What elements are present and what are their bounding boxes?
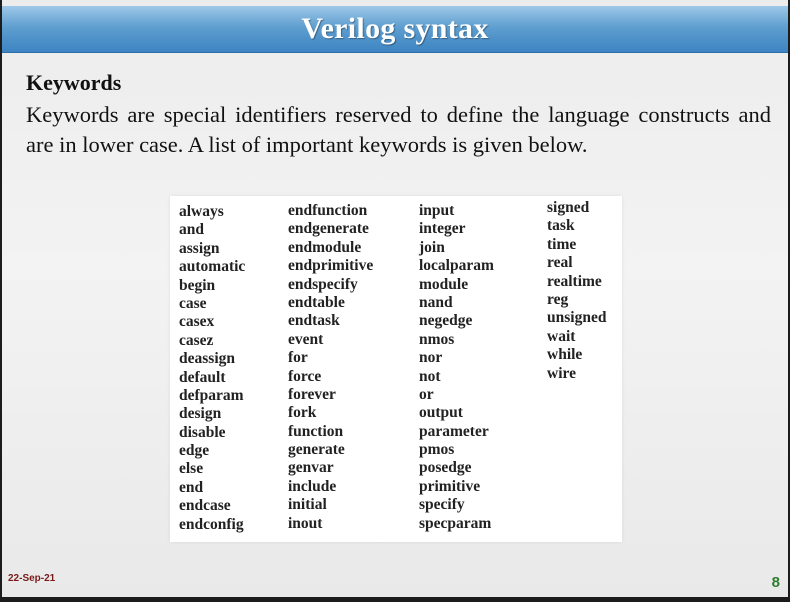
keyword-item: negedge [419, 312, 473, 330]
slide-title: Verilog syntax [301, 12, 489, 45]
keyword-item: casez [179, 331, 214, 349]
keyword-item: begin [179, 276, 216, 294]
title-bar: Verilog syntax [2, 6, 788, 53]
keyword-item: input [419, 202, 455, 219]
keyword-item: endspecify [288, 275, 358, 293]
keyword-item: automatic [179, 258, 246, 276]
keyword-column-1: always and assign automatic begin case casex ca… [179, 203, 245, 534]
description-paragraph: Keywords are special identifiers reserve… [26, 102, 771, 157]
keyword-item: include [288, 477, 337, 495]
keyword-item: while [547, 346, 583, 364]
keyword-item: specify [419, 496, 465, 514]
slide: Verilog syntax Keywords Keywords are spe… [2, 0, 788, 597]
keyword-item: endfunction [288, 202, 368, 219]
keyword-item: posedge [419, 459, 472, 477]
slide-date: 22-Sep-21 [8, 573, 56, 584]
keyword-item: design [179, 405, 222, 423]
keyword-column-2: endfunction endgenerate endmodule endprimit… [288, 202, 373, 533]
keyword-item: integer [419, 220, 466, 238]
keyword-table: always and assign automatic begin case casex ca… [170, 196, 622, 542]
keyword-item: event [288, 330, 324, 348]
keyword-item: else [179, 460, 204, 478]
keyword-item: nmos [419, 330, 455, 348]
keyword-item: specparam [419, 514, 492, 532]
keyword-item: endconfig [179, 515, 244, 533]
keyword-item: casex [179, 313, 215, 331]
keyword-item: endmodule [288, 238, 362, 256]
keyword-item: edge [179, 442, 210, 460]
keyword-item: realtime [547, 272, 602, 290]
keyword-item: end [179, 478, 204, 496]
page-number: 8 [771, 574, 780, 591]
keyword-item: signed [547, 199, 590, 216]
keyword-item: assign [179, 239, 220, 257]
keyword-item: for [288, 349, 308, 367]
keyword-item: wire [547, 364, 576, 382]
keyword-item: fork [288, 404, 317, 422]
keyword-item: real [547, 254, 573, 272]
keyword-item: generate [288, 441, 345, 459]
keyword-item: endtask [288, 312, 340, 330]
keyword-item: always [179, 203, 224, 220]
keyword-column-3: input integer join localparam module nand nege… [419, 202, 494, 533]
keyword-item: defparam [179, 386, 244, 404]
keyword-item: case [179, 294, 207, 312]
keyword-item: forever [288, 385, 336, 403]
keyword-item: force [288, 367, 322, 385]
keyword-item: join [419, 238, 445, 256]
keyword-item: nand [419, 293, 453, 311]
keyword-item: primitive [419, 477, 481, 495]
keyword-item: endtable [288, 293, 345, 311]
keyword-item: nor [419, 349, 443, 367]
keyword-item: task [547, 217, 575, 235]
keyword-item: or [419, 385, 434, 403]
keyword-item: function [288, 422, 344, 440]
keyword-item: parameter [419, 422, 489, 440]
keyword-item: localparam [419, 257, 494, 275]
keyword-item: output [419, 404, 463, 422]
keyword-item: inout [288, 514, 323, 532]
keyword-item: endgenerate [288, 220, 369, 238]
keyword-item: module [419, 275, 469, 293]
keyword-item: pmos [419, 441, 455, 459]
keyword-item: unsigned [547, 309, 607, 327]
keyword-item: time [547, 235, 577, 253]
keyword-column-4: signed task time real realtime reg unsigned wai… [547, 199, 606, 383]
keyword-item: endprimitive [288, 257, 374, 275]
keyword-item: initial [288, 496, 327, 514]
keyword-item: and [179, 221, 204, 239]
keyword-item: deassign [179, 350, 235, 368]
keyword-item: endcase [179, 497, 231, 515]
keyword-item: wait [547, 327, 576, 345]
keyword-item: disable [179, 423, 226, 441]
keyword-item: not [419, 367, 441, 385]
section-heading: Keywords [26, 70, 122, 95]
keyword-item: reg [547, 290, 569, 308]
keyword-item: genvar [288, 459, 334, 477]
keyword-item: default [179, 368, 226, 386]
